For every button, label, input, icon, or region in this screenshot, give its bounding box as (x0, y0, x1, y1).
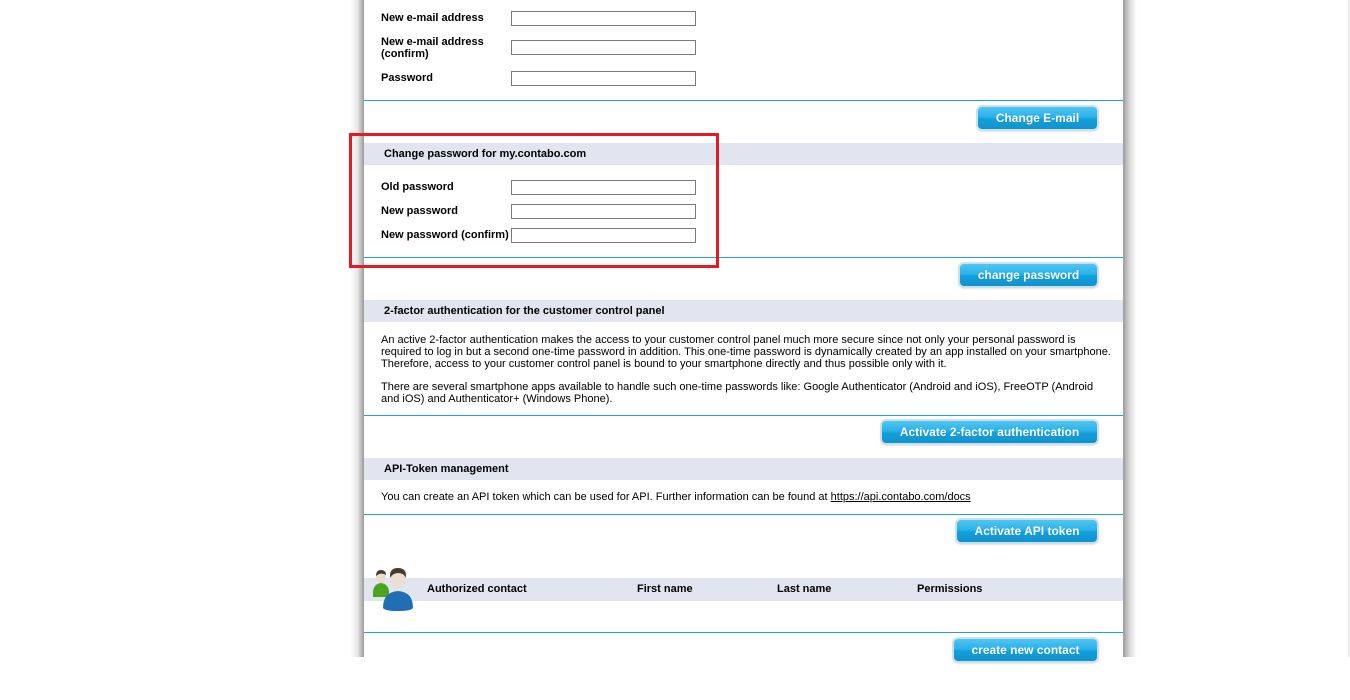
highlight-annotation-box (349, 133, 719, 268)
contacts-table-header: Authorized contact First name Last name … (364, 578, 1123, 601)
two-factor-description: An active 2-factor authentication makes … (381, 334, 1116, 370)
two-factor-section-title: 2-factor authentication for the customer… (384, 305, 665, 317)
divider (364, 415, 1123, 416)
two-factor-section-header: 2-factor authentication for the customer… (364, 300, 1123, 322)
text-line: There are several smartphone apps availa… (381, 381, 1094, 393)
column-authorized-contact: Authorized contact (427, 583, 527, 595)
change-email-button[interactable]: Change E-mail (977, 106, 1098, 130)
confirm-email-label-line2: (confirm) (381, 48, 429, 60)
email-password-input[interactable] (511, 71, 696, 86)
new-email-input[interactable] (511, 11, 696, 26)
page-shadow-left (350, 0, 364, 657)
new-email-label: New e-mail address (381, 12, 484, 24)
text-line: required to log in but a second one-time… (381, 346, 1111, 358)
api-docs-link[interactable]: https://api.contabo.com/docs (831, 491, 971, 503)
text-line: Therefore, access to your customer contr… (381, 358, 947, 370)
users-icon (373, 568, 413, 611)
activate-2fa-button[interactable]: Activate 2-factor authentication (881, 420, 1098, 444)
page-shadow-right (1123, 0, 1137, 657)
divider (364, 632, 1123, 633)
divider (364, 100, 1123, 101)
text-line: and iOS) and Authenticator+ (Windows Pho… (381, 393, 613, 405)
api-section-header: API-Token management (364, 458, 1123, 480)
two-factor-apps-info: There are several smartphone apps availa… (381, 381, 1116, 405)
api-description-text: You can create an API token which can be… (381, 491, 831, 503)
confirm-email-label-line1: New e-mail address (381, 36, 484, 48)
email-password-label: Password (381, 72, 433, 84)
column-permissions: Permissions (917, 583, 983, 595)
divider (364, 514, 1123, 515)
confirm-email-input[interactable] (511, 40, 696, 55)
account-settings-page: New e-mail address New e-mail address (c… (364, 0, 1123, 700)
activate-api-token-button[interactable]: Activate API token (956, 519, 1098, 543)
api-description: You can create an API token which can be… (381, 491, 1116, 503)
column-last-name: Last name (777, 583, 832, 595)
text-line: An active 2-factor authentication makes … (381, 334, 1076, 346)
api-section-title: API-Token management (384, 463, 509, 475)
change-password-button[interactable]: change password (959, 263, 1098, 287)
confirm-email-label: New e-mail address (confirm) (381, 36, 484, 60)
create-new-contact-button[interactable]: create new contact (953, 638, 1098, 662)
column-first-name: First name (637, 583, 693, 595)
